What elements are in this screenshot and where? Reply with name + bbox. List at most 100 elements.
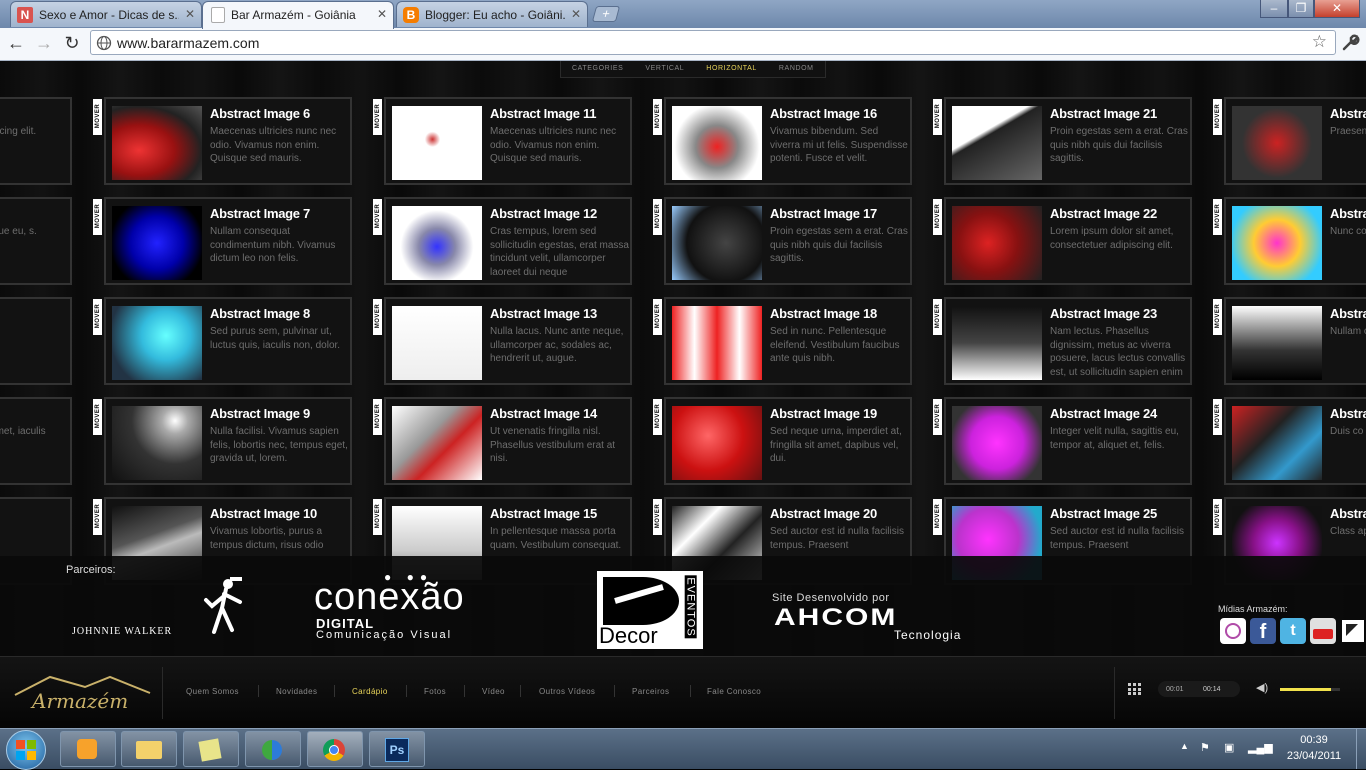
- thumbnail-image[interactable]: [392, 206, 482, 280]
- image-card-16[interactable]: Abstract Image 16 Vivamus bibendum. Sed v…: [664, 97, 912, 185]
- image-card-right-2[interactable]: Abstrac Nunc co vulputat lacinia: [1224, 197, 1366, 285]
- speaker-icon[interactable]: ◀): [1256, 681, 1268, 694]
- address-bar[interactable]: www.bararmazem.com ☆: [90, 30, 1336, 55]
- thumbnail-image[interactable]: [672, 306, 762, 380]
- mover-handle[interactable]: MOVER: [373, 99, 382, 135]
- network-icon[interactable]: ▂▄▆: [1248, 741, 1273, 754]
- thumbnail-image[interactable]: [1232, 406, 1322, 480]
- close-tab-icon[interactable]: ✕: [377, 7, 387, 21]
- sticky-notes-button[interactable]: [183, 731, 239, 767]
- image-card-9[interactable]: Abstract Image 9 Nulla facilisi. Vivamus …: [104, 397, 352, 485]
- mover-handle[interactable]: MOVER: [93, 199, 102, 235]
- view-categories[interactable]: CATEGORIES: [561, 61, 634, 77]
- close-tab-icon[interactable]: ✕: [571, 7, 581, 21]
- mover-handle[interactable]: MOVER: [653, 99, 662, 135]
- menu-parceiros[interactable]: Parceiros: [632, 687, 669, 696]
- maximize-button[interactable]: ❐: [1288, 0, 1314, 18]
- thumbnail-image[interactable]: [952, 406, 1042, 480]
- show-desktop-button[interactable]: [1356, 729, 1366, 769]
- new-tab-button[interactable]: +: [591, 6, 621, 22]
- mover-handle[interactable]: MOVER: [1213, 399, 1222, 435]
- menu-fotos[interactable]: Fotos: [424, 687, 446, 696]
- armazem-logo[interactable]: Armazém: [10, 671, 155, 715]
- view-horizontal[interactable]: HORIZONTAL: [695, 61, 768, 77]
- menu-outros-videos[interactable]: Outros Vídeos: [539, 687, 595, 696]
- reload-icon[interactable]: ↻: [62, 33, 82, 53]
- mover-handle[interactable]: MOVER: [653, 199, 662, 235]
- thumbnail-image[interactable]: [112, 406, 202, 480]
- volume-slider[interactable]: [1280, 688, 1340, 691]
- mover-handle[interactable]: MOVER: [373, 299, 382, 335]
- mover-handle[interactable]: MOVER: [93, 399, 102, 435]
- tab-bar-armazem[interactable]: Bar Armazém - Goiânia ✕: [202, 1, 394, 29]
- thumbnail-image[interactable]: [392, 406, 482, 480]
- messenger-button[interactable]: [245, 731, 301, 767]
- minimize-button[interactable]: –: [1260, 0, 1288, 18]
- decor-eventos-logo[interactable]: Decor EVENTOS: [597, 571, 703, 649]
- thumbnail-image[interactable]: [672, 406, 762, 480]
- menu-cardapio[interactable]: Cardápio: [352, 687, 388, 696]
- playlist-grid-icon[interactable]: [1128, 683, 1142, 695]
- facebook-icon[interactable]: f: [1250, 618, 1276, 644]
- mover-handle[interactable]: MOVER: [933, 499, 942, 535]
- johnnie-walker-logo[interactable]: JOHNNIE WALKER: [70, 576, 260, 638]
- ahcom-logo[interactable]: AHCOM: [774, 604, 897, 631]
- close-window-button[interactable]: ✕: [1314, 0, 1360, 18]
- mover-handle[interactable]: MOVER: [653, 499, 662, 535]
- image-card-13[interactable]: Abstract Image 13 Nulla lacus. Nunc ante …: [384, 297, 632, 385]
- view-random[interactable]: RANDOM: [768, 61, 825, 77]
- mover-handle[interactable]: MOVER: [373, 399, 382, 435]
- mover-handle[interactable]: MOVER: [1213, 299, 1222, 335]
- mover-handle[interactable]: MOVER: [373, 499, 382, 535]
- image-card-8[interactable]: Abstract Image 8 Sed purus sem, pulvinar …: [104, 297, 352, 385]
- image-card-right-3[interactable]: Abstrac Nullam c viverra u: [1224, 297, 1366, 385]
- bookmark-star-icon[interactable]: ☆: [1312, 32, 1327, 52]
- thumbnail-image[interactable]: [952, 106, 1042, 180]
- image-card-14[interactable]: Abstract Image 14 Ut venenatis fringilla …: [384, 397, 632, 485]
- view-vertical[interactable]: VERTICAL: [634, 61, 695, 77]
- thumbnail-image[interactable]: [952, 306, 1042, 380]
- image-card-23[interactable]: Abstract Image 23 Nam lectus. Phasellus d…: [944, 297, 1192, 385]
- image-card-18[interactable]: Abstract Image 18 Sed in nunc. Pellentesq…: [664, 297, 912, 385]
- image-card-12[interactable]: Abstract Image 12 Cras tempus, lorem sed …: [384, 197, 632, 285]
- image-card-11[interactable]: Abstract Image 11 Maecenas ultricies nunc…: [384, 97, 632, 185]
- mover-handle[interactable]: MOVER: [933, 199, 942, 235]
- image-card-17[interactable]: Abstract Image 17 Proin egestas sem a era…: [664, 197, 912, 285]
- image-card-6[interactable]: Abstract Image 6 Maecenas ultricies nunc …: [104, 97, 352, 185]
- chrome-button[interactable]: [307, 731, 363, 767]
- thumbnail-image[interactable]: [112, 206, 202, 280]
- mover-handle[interactable]: MOVER: [93, 299, 102, 335]
- mover-handle[interactable]: MOVER: [653, 399, 662, 435]
- clock-date[interactable]: 23/04/2011: [1282, 750, 1346, 762]
- menu-novidades[interactable]: Novidades: [276, 687, 317, 696]
- thumbnail-image[interactable]: [1232, 206, 1322, 280]
- youtube-icon[interactable]: [1310, 618, 1336, 644]
- tab-sexo-e-amor[interactable]: N Sexo e Amor - Dicas de s... ✕: [10, 1, 202, 27]
- mover-handle[interactable]: MOVER: [933, 99, 942, 135]
- mover-handle[interactable]: MOVER: [373, 199, 382, 235]
- mover-handle[interactable]: MOVER: [933, 299, 942, 335]
- conexao-digital-logo[interactable]: ● ●● conexão DIGITAL Comunicação Visual: [314, 570, 534, 641]
- social-extra-icon[interactable]: [1342, 620, 1364, 642]
- image-card-left-4[interactable]: e 4consectetuer amet, iaculis: [0, 397, 72, 485]
- start-button[interactable]: [6, 730, 46, 770]
- image-card-right-1[interactable]: Abstrac Praesen vulputat: [1224, 97, 1366, 185]
- close-tab-icon[interactable]: ✕: [185, 7, 195, 21]
- mover-handle[interactable]: MOVER: [1213, 199, 1222, 235]
- image-card-left-1[interactable]: e 1lor sit amet, ipiscing elit.: [0, 97, 72, 185]
- mover-handle[interactable]: MOVER: [93, 99, 102, 135]
- thumbnail-image[interactable]: [392, 306, 482, 380]
- device-icon[interactable]: ▣: [1224, 741, 1234, 754]
- image-card-right-4[interactable]: Abstrac Duis co Sed ipsu vel, lacu: [1224, 397, 1366, 485]
- clock-time[interactable]: 00:39: [1290, 734, 1338, 746]
- menu-fale-conosco[interactable]: Fale Conosco: [707, 687, 761, 696]
- thumbnail-image[interactable]: [1232, 306, 1322, 380]
- thumbnail-image[interactable]: [112, 106, 202, 180]
- mover-handle[interactable]: MOVER: [653, 299, 662, 335]
- flag-icon[interactable]: ⚑: [1200, 741, 1210, 754]
- tab-blogger[interactable]: B Blogger: Eu acho - Goiâni... ✕: [396, 1, 588, 27]
- photoshop-button[interactable]: Ps: [369, 731, 425, 767]
- thumbnail-image[interactable]: [392, 106, 482, 180]
- image-card-21[interactable]: Abstract Image 21 Proin egestas sem a era…: [944, 97, 1192, 185]
- orkut-icon[interactable]: [1220, 618, 1246, 644]
